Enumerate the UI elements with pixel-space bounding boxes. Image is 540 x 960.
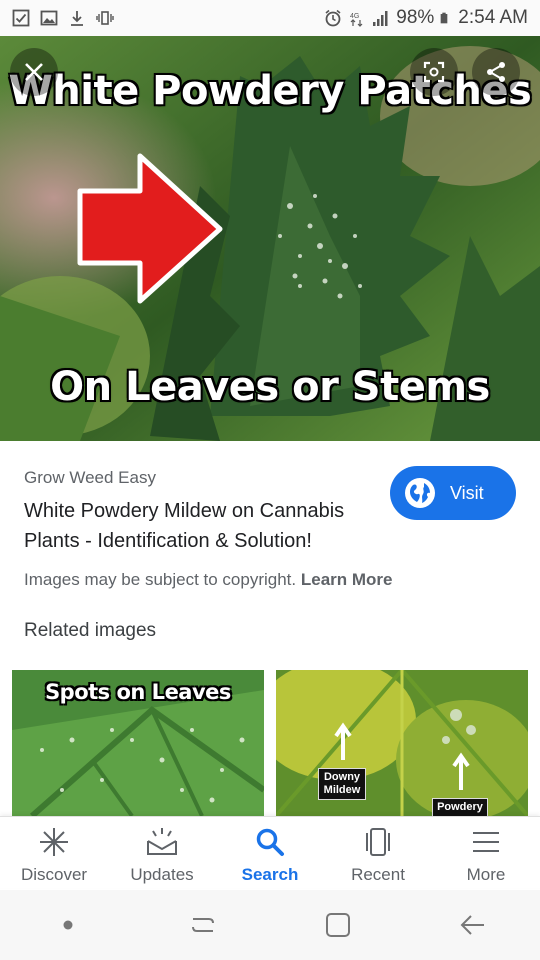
assistant-button[interactable] xyxy=(48,905,88,945)
lens-icon xyxy=(423,61,445,83)
nav-more[interactable]: More xyxy=(432,817,540,888)
back-arrow-icon xyxy=(460,915,484,935)
recent-icon xyxy=(366,828,390,856)
powdery-tag: Powdery xyxy=(432,798,488,816)
hero-caption-top: White Powdery Patches xyxy=(8,67,533,115)
download-icon xyxy=(71,11,83,26)
result-title[interactable]: White Powdery Mildew on Cannabis Plants … xyxy=(24,496,384,556)
thumb-1-caption: Spots on Leaves xyxy=(45,680,231,704)
share-icon xyxy=(487,62,505,82)
nav-discover[interactable]: Discover xyxy=(0,817,108,888)
nav-search-label: Search xyxy=(241,865,299,884)
battery-icon xyxy=(440,12,448,24)
bottom-navigation: Discover Updates Search Recent More xyxy=(0,816,540,888)
home-icon xyxy=(325,913,350,937)
lens-button[interactable] xyxy=(410,48,458,96)
visit-label: Visit xyxy=(450,482,484,503)
signal-icon xyxy=(373,11,388,26)
back-button[interactable] xyxy=(453,905,493,945)
nav-updates[interactable]: Updates xyxy=(108,817,216,888)
close-icon xyxy=(25,63,43,81)
asterisk-icon xyxy=(40,828,68,856)
dot-icon xyxy=(63,920,72,930)
alarm-icon xyxy=(325,9,341,27)
menu-icon xyxy=(473,832,499,852)
globe-icon xyxy=(405,478,435,508)
hero-caption-bottom: On Leaves or Stems xyxy=(49,363,491,411)
copyright-text: Images may be subject to copyright. xyxy=(24,570,297,589)
related-image-1[interactable]: Spots on Leaves xyxy=(12,670,264,816)
related-images-heading: Related images xyxy=(24,620,157,641)
nav-recent[interactable]: Recent xyxy=(324,817,432,888)
clock: 2:54 AM xyxy=(458,7,528,28)
nav-discover-label: Discover xyxy=(20,865,88,884)
home-button[interactable] xyxy=(318,905,358,945)
downy-mildew-tag: Downy Mildew xyxy=(318,768,366,800)
recents-button[interactable] xyxy=(183,905,223,945)
image-icon xyxy=(40,10,58,26)
learn-more-link[interactable]: Learn More xyxy=(301,570,393,589)
svg-text:4G: 4G xyxy=(350,13,359,20)
data-icon: 4G xyxy=(350,13,363,27)
recents-icon xyxy=(191,918,214,932)
hero-image[interactable]: White Powdery Patches On Leaves or Stems xyxy=(0,36,540,441)
status-bar: 4G 98% 2:54 AM xyxy=(0,0,540,36)
related-image-2[interactable]: Downy Mildew Powdery xyxy=(276,670,528,816)
share-button[interactable] xyxy=(472,48,520,96)
vibrate-icon xyxy=(96,11,114,25)
nav-recent-label: Recent xyxy=(351,865,405,884)
visit-button[interactable]: Visit xyxy=(390,466,516,520)
battery-percent: 98% xyxy=(396,7,435,28)
nav-search[interactable]: Search xyxy=(216,817,324,888)
mildew-leaf-image xyxy=(276,670,528,816)
nav-more-label: More xyxy=(466,865,506,884)
close-button[interactable] xyxy=(10,48,58,96)
nav-updates-label: Updates xyxy=(130,865,194,884)
status-right: 4G 98% 2:54 AM xyxy=(324,7,528,29)
search-icon xyxy=(256,828,284,856)
checkbox-icon xyxy=(12,9,30,27)
updates-icon xyxy=(147,828,177,855)
status-left xyxy=(12,9,114,27)
system-navigation-bar xyxy=(0,890,540,960)
copyright-notice: Images may be subject to copyright. Lear… xyxy=(24,570,393,590)
source-name[interactable]: Grow Weed Easy xyxy=(24,468,156,488)
